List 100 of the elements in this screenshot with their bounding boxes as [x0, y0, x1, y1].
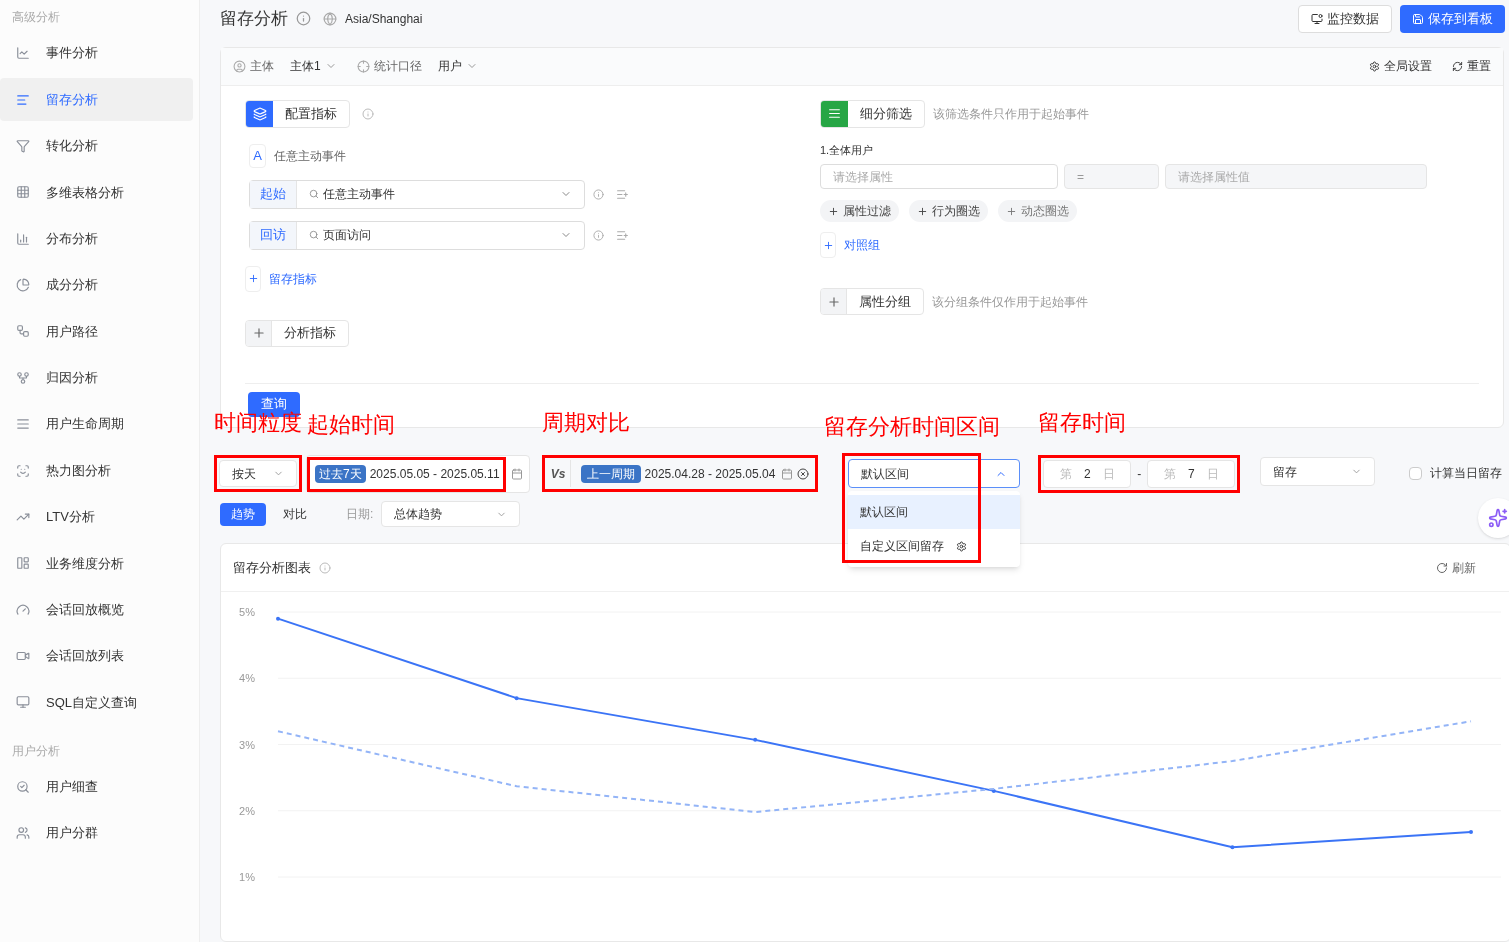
- sidebar-item[interactable]: 成分分析: [0, 263, 193, 307]
- date-preset-tag: 上一周期: [580, 464, 641, 483]
- sidebar-item[interactable]: 用户生命周期: [0, 402, 193, 446]
- range-separator: -: [1137, 466, 1142, 483]
- list-add-icon: [616, 187, 629, 201]
- subject-label: 主体: [250, 58, 274, 76]
- filter-chip[interactable]: 行为圈选: [909, 200, 988, 223]
- metric-label: 统计口径: [373, 58, 422, 76]
- funnel-icon: [16, 138, 30, 153]
- granularity-select[interactable]: 按天: [219, 460, 297, 487]
- annotation-label: 起始时间: [307, 410, 395, 439]
- filter-chip[interactable]: 动态圈选: [998, 200, 1077, 223]
- sidebar-item[interactable]: 归因分析: [0, 356, 193, 400]
- event-value: 任意主动事件: [323, 186, 395, 204]
- event-group-letter: A: [249, 143, 266, 168]
- globe-icon: [323, 11, 337, 26]
- section-title: 用户分析: [11, 742, 61, 760]
- bars-icon: [16, 92, 30, 107]
- event-tag: 起始: [250, 180, 297, 208]
- y-tick-label: 1%: [239, 871, 255, 883]
- page-title: 留存分析: [220, 8, 288, 31]
- event-select[interactable]: 回访 页面访问: [249, 220, 585, 250]
- monitor-button[interactable]: 监控数据: [1298, 4, 1392, 33]
- fork-icon: [16, 370, 30, 385]
- property-field[interactable]: 请选择属性: [820, 164, 1058, 190]
- monitor-icon: [1311, 12, 1323, 25]
- info-icon: [362, 107, 374, 120]
- sidebar-item[interactable]: 事件分析: [0, 31, 193, 75]
- clear-icon: [797, 467, 810, 480]
- layers-icon: [252, 106, 267, 121]
- sidebar-item[interactable]: 用户路径: [0, 309, 193, 353]
- compare-range-picker[interactable]: 上一周期 2025.04.28 - 2025.05.04: [570, 460, 814, 487]
- reset-button[interactable]: 重置: [1452, 57, 1491, 76]
- sidebar-item[interactable]: 用户分群: [0, 811, 193, 855]
- analysis-metric-button[interactable]: 分析指标: [245, 319, 349, 347]
- line-chart-icon: [16, 46, 30, 61]
- sidebar-item[interactable]: 热力图分析: [0, 449, 193, 493]
- lines-icon: [16, 417, 30, 432]
- compare-group-link[interactable]: 对照组: [820, 232, 880, 259]
- sidebar-item[interactable]: 多维表格分析: [0, 170, 193, 214]
- sidebar-item[interactable]: 留存分析: [0, 78, 193, 122]
- view-tab[interactable]: 对比: [272, 502, 318, 526]
- pie-chart-icon: [16, 278, 30, 293]
- calendar-icon: [781, 467, 794, 480]
- property-value-field[interactable]: 请选择属性值: [1165, 164, 1427, 190]
- plus-icon: [826, 294, 841, 309]
- sidebar-item[interactable]: 转化分析: [0, 124, 193, 168]
- filter-hint: 该筛选条件只作用于起始事件: [933, 105, 1089, 123]
- settings-icon: [956, 540, 968, 552]
- plus-icon: [247, 273, 259, 285]
- checkbox[interactable]: [1409, 466, 1423, 480]
- refresh-icon: [1452, 60, 1463, 72]
- annotation-label: 周期对比: [541, 409, 630, 437]
- plus-icon: [828, 205, 839, 217]
- person-icon: [233, 59, 246, 73]
- end-day-field[interactable]: 第 7 日: [1147, 460, 1236, 488]
- dropdown-option[interactable]: 默认区间: [848, 495, 1021, 529]
- property-group-button[interactable]: 属性分组: [820, 288, 924, 316]
- segment-filter-button[interactable]: 细分筛选: [820, 99, 925, 128]
- sidebar-item[interactable]: SQL自定义查询: [0, 680, 193, 724]
- interval-select[interactable]: 默认区间: [848, 459, 1021, 488]
- sidebar-item[interactable]: 会话回放概览: [0, 588, 193, 632]
- sidebar-item[interactable]: 会话回放列表: [0, 634, 193, 678]
- subject-select[interactable]: 主体1: [290, 57, 337, 76]
- info-icon: [296, 11, 311, 27]
- metric-select[interactable]: 用户: [437, 57, 478, 76]
- filter-chip[interactable]: 属性过滤: [820, 200, 899, 223]
- event-tag: 回访: [250, 221, 297, 249]
- save-button[interactable]: 保存到看板: [1400, 4, 1505, 33]
- refresh-icon: [1436, 561, 1448, 574]
- info-icon: [319, 561, 331, 574]
- sidebar-item[interactable]: 业务维度分析: [0, 541, 193, 585]
- panels-icon: [16, 556, 30, 571]
- calendar-icon: [510, 468, 523, 480]
- plus-icon: [251, 326, 266, 341]
- crosshair-icon: [356, 59, 370, 73]
- search-icon: [16, 779, 30, 794]
- info-icon: [593, 229, 604, 241]
- checkbox-label: 计算当日留存: [1430, 465, 1503, 482]
- sidebar-item[interactable]: 用户细查: [0, 765, 193, 809]
- trend-select[interactable]: 总体趋势: [381, 501, 521, 527]
- settings-button[interactable]: 全局设置: [1369, 57, 1432, 76]
- section-title: 高级分析: [11, 9, 61, 26]
- event-select[interactable]: 起始 任意主动事件: [249, 179, 585, 209]
- sidebar-item[interactable]: 分布分析: [0, 217, 193, 261]
- refresh-button[interactable]: 刷新: [1436, 558, 1476, 577]
- start-day-field[interactable]: 第 2 日: [1043, 460, 1132, 488]
- users-icon: [16, 826, 30, 841]
- view-tab[interactable]: 趋势: [220, 502, 266, 526]
- sidebar-item[interactable]: LTV分析: [0, 495, 193, 539]
- grid-icon: [16, 185, 30, 200]
- event-group-name: 任意主动事件: [274, 147, 346, 165]
- search-icon: [309, 189, 319, 200]
- add-retention-metric-link[interactable]: 留存指标: [245, 265, 317, 292]
- config-metric-button[interactable]: 配置指标: [245, 99, 350, 128]
- save-icon: [1412, 12, 1424, 25]
- filter-lines-icon: [828, 107, 841, 121]
- assistant-button[interactable]: [1478, 498, 1509, 538]
- retention-type-select[interactable]: 留存: [1260, 457, 1376, 486]
- sparkle-icon: [1488, 508, 1508, 528]
